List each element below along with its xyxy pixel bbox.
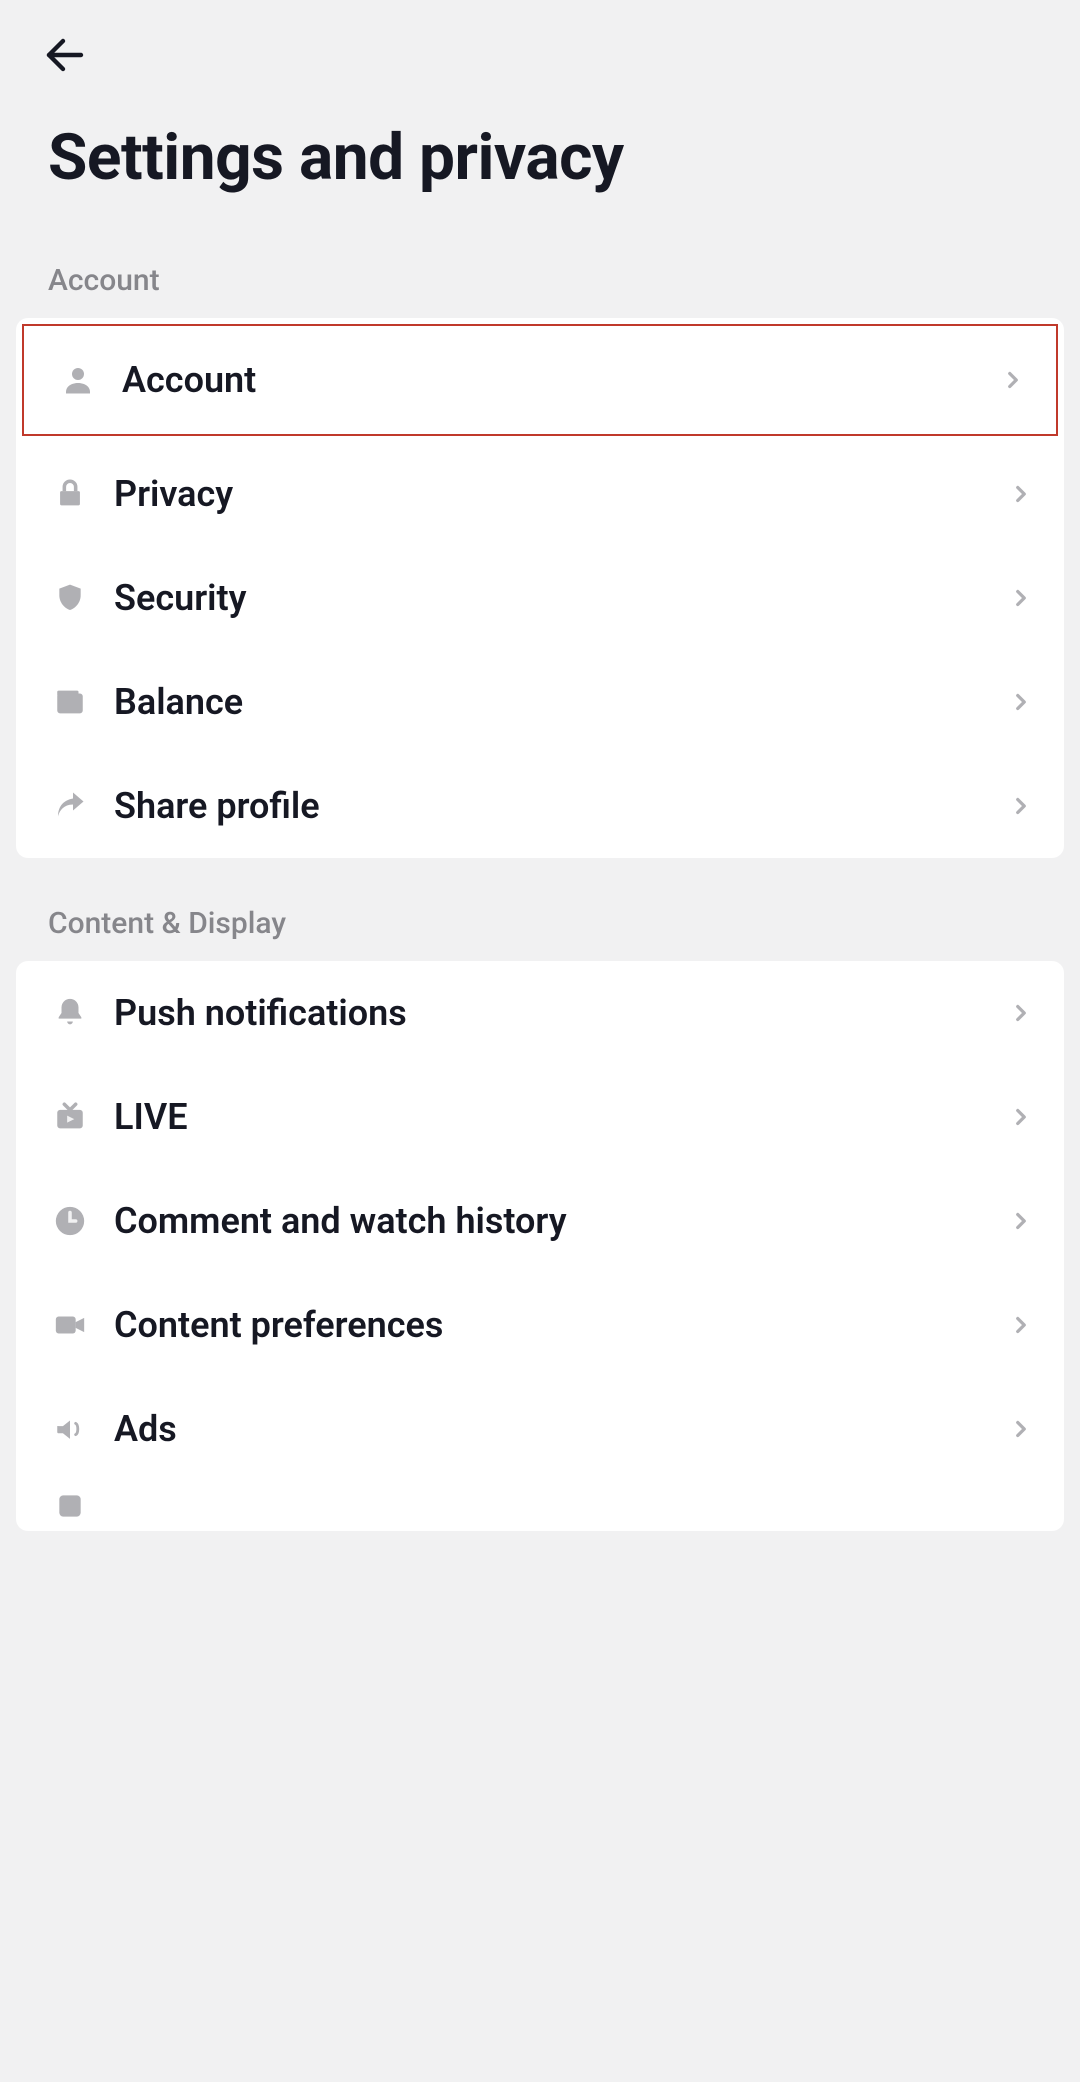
- shield-icon: [50, 578, 90, 618]
- row-privacy[interactable]: Privacy: [16, 442, 1064, 546]
- arrow-left-icon: [41, 31, 89, 79]
- section-header-account: Account: [0, 215, 1080, 318]
- chevron-right-icon: [1000, 367, 1026, 393]
- video-icon: [50, 1305, 90, 1345]
- chevron-right-icon: [1008, 1104, 1034, 1130]
- generic-icon: [50, 1486, 90, 1526]
- row-security[interactable]: Security: [16, 546, 1064, 650]
- page-title: Settings and privacy: [0, 90, 1080, 215]
- chevron-right-icon: [1008, 1416, 1034, 1442]
- section-header-content-display: Content & Display: [0, 858, 1080, 961]
- row-comment-watch-history[interactable]: Comment and watch history: [16, 1169, 1064, 1273]
- row-label: Privacy: [90, 473, 1008, 515]
- lock-icon: [50, 474, 90, 514]
- row-content-preferences[interactable]: Content preferences: [16, 1273, 1064, 1377]
- chevron-right-icon: [1008, 1000, 1034, 1026]
- wallet-icon: [50, 682, 90, 722]
- row-push-notifications[interactable]: Push notifications: [16, 961, 1064, 1065]
- chevron-right-icon: [1008, 1312, 1034, 1338]
- row-label: Push notifications: [90, 992, 1008, 1034]
- bell-icon: [50, 993, 90, 1033]
- row-share-profile[interactable]: Share profile: [16, 754, 1064, 858]
- row-balance[interactable]: Balance: [16, 650, 1064, 754]
- megaphone-icon: [50, 1409, 90, 1449]
- row-label: Content preferences: [90, 1304, 1008, 1346]
- section-card-content-display: Push notifications LIVE Comment and watc…: [16, 961, 1064, 1531]
- tv-icon: [50, 1097, 90, 1137]
- clock-icon: [50, 1201, 90, 1241]
- chevron-right-icon: [1008, 793, 1034, 819]
- row-label: Security: [90, 577, 1008, 619]
- row-label: Share profile: [90, 785, 1008, 827]
- back-button[interactable]: [40, 30, 90, 80]
- row-live[interactable]: LIVE: [16, 1065, 1064, 1169]
- person-icon: [58, 360, 98, 400]
- row-label: LIVE: [90, 1096, 1008, 1138]
- share-icon: [50, 786, 90, 826]
- chevron-right-icon: [1008, 481, 1034, 507]
- chevron-right-icon: [1008, 585, 1034, 611]
- section-card-account: Account Privacy Security: [16, 318, 1064, 858]
- chevron-right-icon: [1008, 1208, 1034, 1234]
- row-label: Comment and watch history: [90, 1200, 1008, 1242]
- row-label: Balance: [90, 681, 1008, 723]
- row-ads[interactable]: Ads: [16, 1377, 1064, 1481]
- row-partial[interactable]: [16, 1481, 1064, 1531]
- row-label: Account: [98, 359, 1000, 401]
- row-account[interactable]: Account: [22, 324, 1058, 436]
- row-label: Ads: [90, 1408, 1008, 1450]
- chevron-right-icon: [1008, 689, 1034, 715]
